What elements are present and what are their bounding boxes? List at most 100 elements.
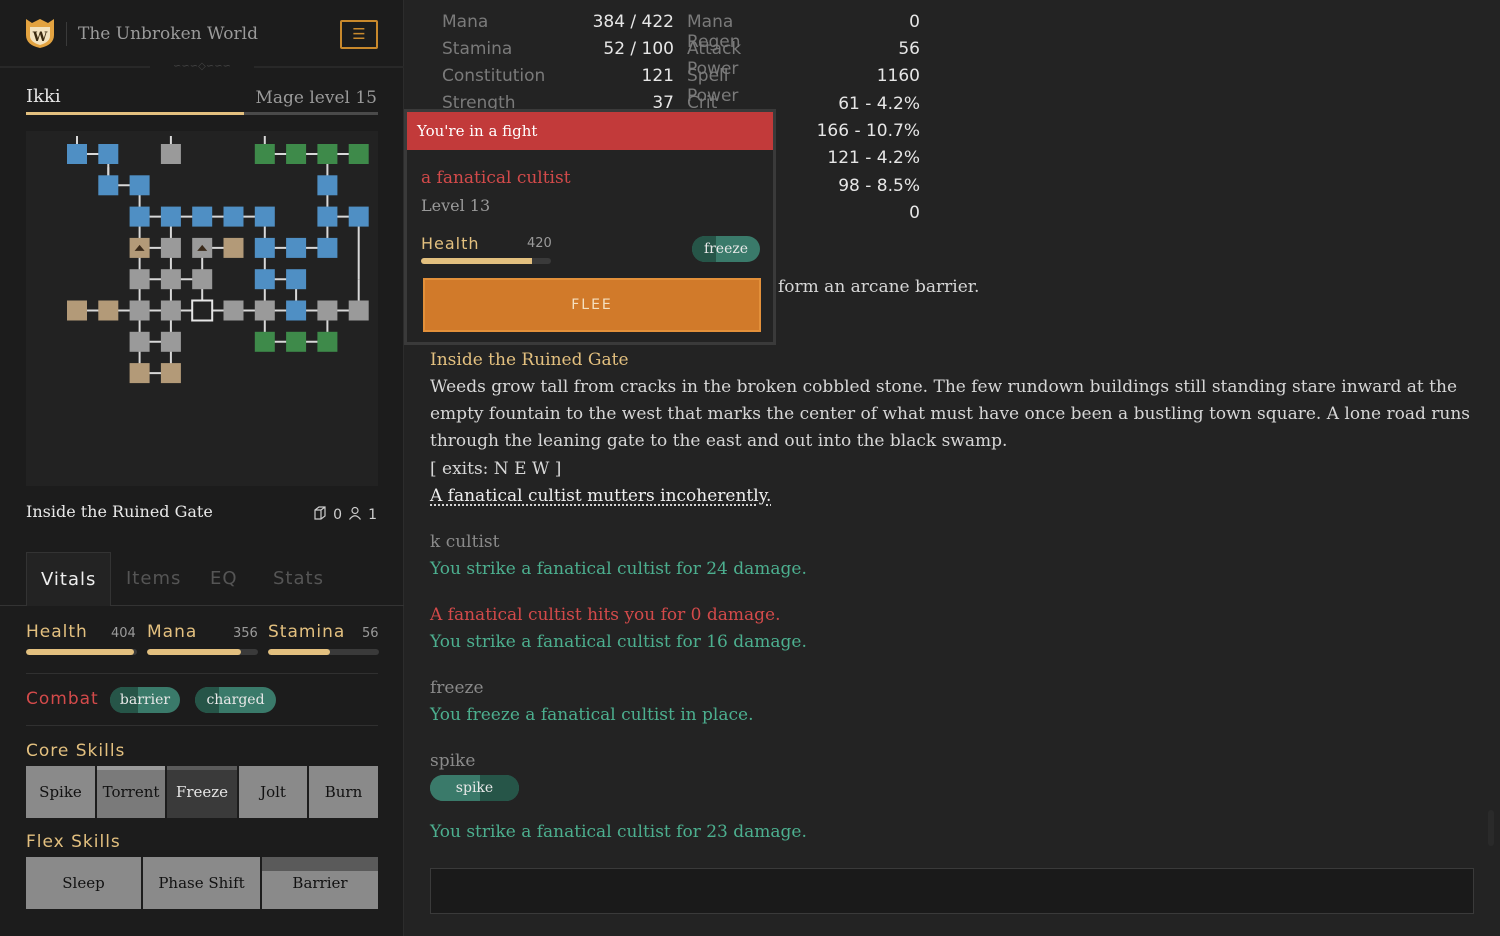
tab-items[interactable]: Items — [126, 552, 181, 606]
map-room — [286, 300, 307, 321]
stat-value: 61 - 4.2% — [838, 94, 920, 114]
map-room — [254, 331, 275, 352]
skill-barrier-button[interactable]: Barrier — [262, 857, 378, 909]
skill-jolt-label: Jolt — [260, 783, 286, 801]
map-room — [160, 331, 181, 352]
map-room — [160, 300, 181, 321]
map-room — [348, 206, 369, 227]
map-room — [254, 237, 275, 258]
map-room — [286, 269, 307, 290]
map-room — [254, 206, 275, 227]
combat-message: You strike a fanatical cultist for 24 da… — [430, 559, 807, 579]
room-description-line: through the leaning gate to the east and… — [430, 431, 1008, 451]
map-room — [317, 144, 338, 164]
map-room — [317, 331, 338, 352]
map-room — [98, 144, 119, 164]
location-counts: 0 1 — [313, 506, 377, 524]
command-input[interactable] — [430, 868, 1474, 914]
sidebar: W The Unbroken World ☰ ∽∽∽◇∽∽∽ Ikki Mage… — [0, 0, 404, 936]
combat-message: You freeze a fanatical cultist in place. — [430, 705, 754, 725]
combat-message: You strike a fanatical cultist for 23 da… — [430, 822, 807, 842]
item-box-icon — [313, 506, 327, 524]
combat-label: Combat — [26, 689, 99, 709]
skill-jolt-button[interactable]: Jolt — [239, 766, 307, 818]
skill-torrent-button[interactable]: Torrent — [97, 766, 165, 818]
hamburger-icon: ☰ — [352, 25, 366, 43]
logo-letter: W — [32, 30, 48, 45]
tab-eq[interactable]: EQ — [210, 552, 238, 606]
map-room — [317, 175, 338, 196]
map-room — [67, 144, 87, 164]
fight-title: You're in a fight — [407, 112, 773, 150]
stat-value: 0 — [909, 12, 920, 32]
map-room — [286, 237, 307, 258]
core-skills-label: Core Skills — [26, 741, 126, 761]
skill-barrier-label: Barrier — [292, 874, 348, 892]
stat-label: Stamina — [442, 39, 513, 59]
map-room — [348, 144, 369, 164]
stamina-label: Stamina — [268, 622, 346, 642]
health-bar-fill — [26, 649, 134, 655]
stat-label: Mana — [442, 12, 489, 32]
stat-value: 384 / 422 — [592, 12, 674, 32]
log-scrollbar[interactable] — [1488, 810, 1494, 846]
stamina-bar-fill — [268, 649, 331, 655]
stat-value: 52 / 100 — [603, 39, 674, 59]
command-echo: k cultist — [430, 532, 500, 552]
minimap[interactable] — [26, 131, 378, 486]
tab-stats[interactable]: Stats — [273, 552, 324, 606]
combat-message: You strike a fanatical cultist for 16 da… — [430, 632, 807, 652]
npc-line-link[interactable]: A fanatical cultist mutters incoherently… — [430, 483, 771, 510]
skill-spike-label: Spike — [39, 783, 82, 801]
effect-barrier-badge: barrier — [110, 687, 180, 713]
players-count: 1 — [368, 507, 377, 523]
map-room — [254, 144, 275, 164]
map-room — [129, 175, 150, 196]
flex-skills-label: Flex Skills — [26, 832, 121, 852]
skill-spike-button[interactable]: Spike — [26, 766, 95, 818]
room-description-line: Weeds grow tall from cracks in the broke… — [430, 377, 1458, 397]
map-room — [254, 269, 275, 290]
skill-phase-shift-button[interactable]: Phase Shift — [143, 857, 260, 909]
map-room — [129, 300, 150, 321]
skill-sleep-label: Sleep — [62, 874, 105, 892]
map-current-room — [191, 299, 214, 322]
stat-value: 0 — [909, 203, 920, 223]
skill-sleep-button[interactable]: Sleep — [26, 857, 141, 909]
map-room — [98, 175, 119, 196]
health-bar — [26, 649, 137, 655]
mana-bar — [147, 649, 258, 655]
enemy-health-bar — [421, 258, 551, 264]
effect-charged-label: charged — [206, 692, 265, 708]
map-room — [160, 237, 181, 258]
stat-value: 121 — [641, 66, 674, 86]
map-room — [286, 331, 307, 352]
shield-logo-icon[interactable]: W — [24, 17, 56, 49]
map-room — [192, 269, 213, 290]
enemy-name[interactable]: a fanatical cultist — [421, 168, 571, 188]
items-count: 0 — [333, 507, 343, 523]
xp-bar — [26, 112, 378, 115]
map-room — [348, 300, 369, 321]
flee-button[interactable]: FLEE — [423, 278, 761, 332]
map-room — [254, 300, 275, 321]
skill-phase-shift-label: Phase Shift — [158, 874, 245, 892]
map-room — [286, 144, 307, 164]
stat-value: 98 - 8.5% — [838, 176, 920, 196]
tab-vitals[interactable]: Vitals — [26, 552, 112, 606]
stamina-value: 56 — [362, 626, 379, 641]
skill-burn-button[interactable]: Burn — [309, 766, 378, 818]
enemy-level: Level 13 — [421, 196, 491, 215]
map-room — [223, 237, 244, 258]
log-line: form an arcane barrier. — [778, 277, 980, 297]
map-room — [223, 206, 244, 227]
map-room — [192, 206, 213, 227]
stat-value: 121 - 4.2% — [827, 148, 920, 168]
skill-burn-label: Burn — [324, 783, 363, 801]
skill-freeze-button[interactable]: Freeze — [167, 766, 237, 818]
spike-cast-label: spike — [455, 780, 494, 796]
menu-button[interactable]: ☰ — [340, 20, 378, 49]
enemy-freeze-badge: freeze — [692, 236, 760, 262]
minimap-grid — [67, 136, 369, 384]
map-room — [129, 206, 150, 227]
